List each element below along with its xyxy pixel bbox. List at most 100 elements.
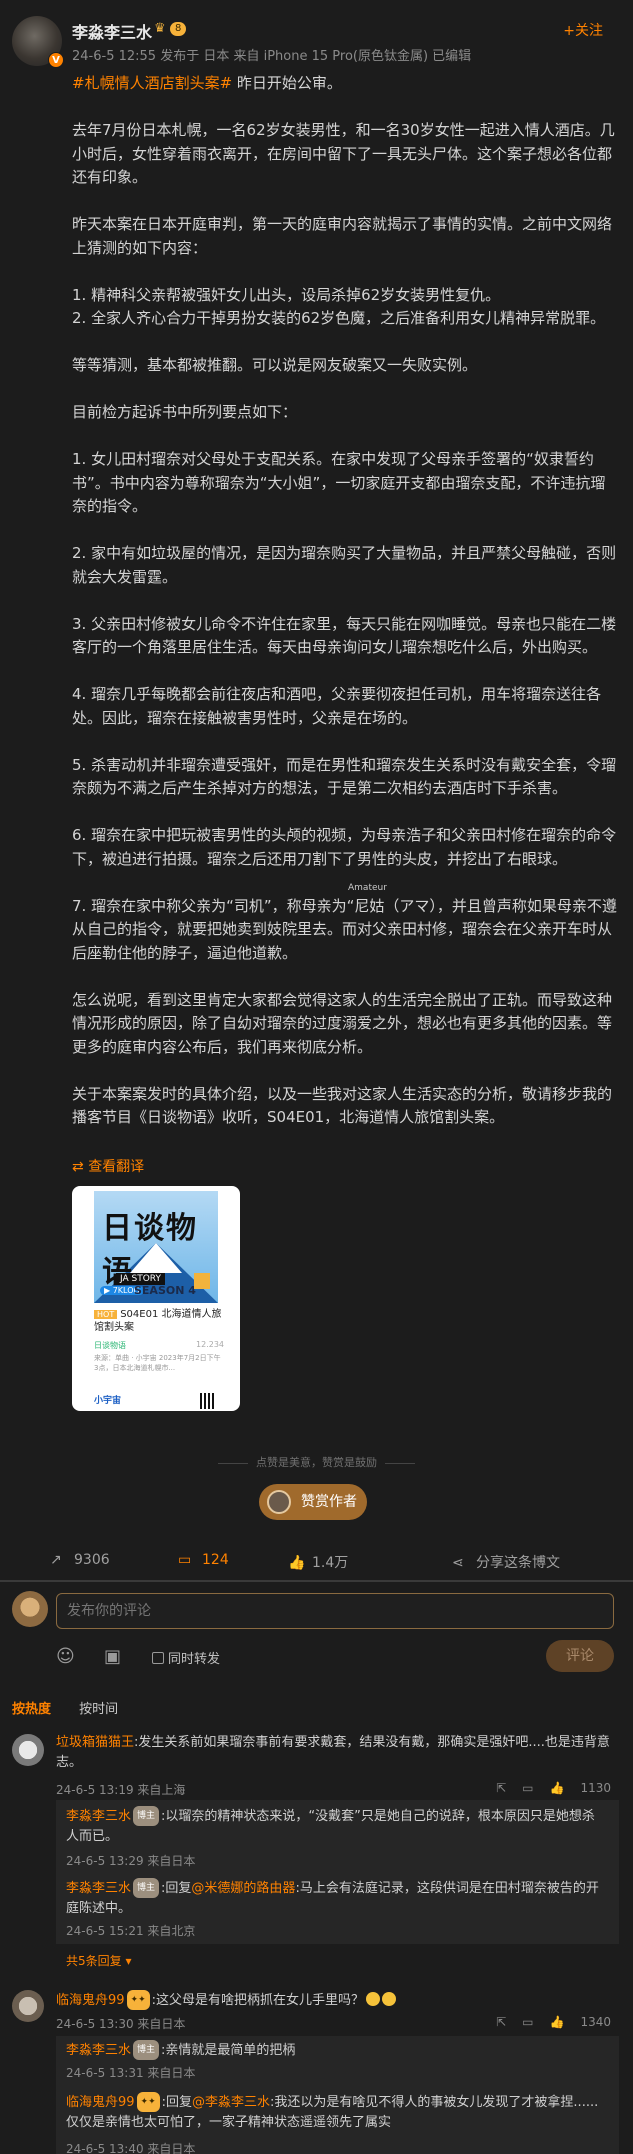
reward-tip: 点赞是美意，赞赏是鼓励: [0, 1454, 633, 1470]
episode-description: 来源：单曲 · 小宇宙 2023年7月2日下午3点，日本北海道札幌市...: [94, 1354, 221, 1372]
image-icon[interactable]: ▣: [104, 1646, 121, 1667]
thumbs-up-icon: 👍: [288, 1555, 306, 1571]
action-bar: ↗ 9306 ▭ 124 👍 1.4万 ⋖ 分享这条博文: [0, 1538, 633, 1582]
like-button[interactable]: 👍 1.4万: [288, 1552, 348, 1572]
paragraph: 去年7月份日本札幌，一名62岁女装男性，和一名30岁女性一起进入情人酒店。几小时…: [72, 121, 615, 186]
translate-link[interactable]: ⇄ 查看翻译: [72, 1156, 144, 1176]
paragraph: 1. 女儿田村瑠奈对父母处于支配关系。在家中发现了父母亲手签署的“奴隶誓约书”。…: [72, 450, 606, 515]
tab-by-hot[interactable]: 按热度: [12, 1698, 51, 1717]
level-badge: 8: [170, 22, 187, 36]
reward-button[interactable]: 赞赏作者: [259, 1484, 367, 1520]
like-count: 1130: [580, 1781, 611, 1795]
section-divider: [0, 1580, 633, 1582]
author-mini-avatar: [267, 1490, 291, 1514]
reply-text: 李淼李三水 博主:回复@米德娜的路由器:马上会有法庭记录，这段供词是在田村瑠奈被告…: [66, 1878, 606, 1919]
reply-thread: 李淼李三水 博主:亲情就是最简单的把柄 24-6-5 13:31 来自日本 临海鬼…: [56, 2036, 619, 2154]
reply-icon[interactable]: ▭: [522, 2015, 533, 2029]
reply-thread: 李淼李三水 博主:以瑠奈的精神状态来说，“没戴套”只是她自己的说辞，根本原因只是她…: [56, 1800, 619, 1944]
post-header: V 李淼李三水 ♛ 8 24-6-5 12:55 发布于 日本 来自 iPhon…: [0, 0, 633, 74]
reply-meta: 24-6-5 13:29 来自日本: [66, 1854, 196, 1868]
post-intro: #札幌情人酒店割头案# 昨日开始公审。: [72, 74, 342, 92]
reply-user[interactable]: 李淼李三水: [66, 1881, 131, 1896]
more-replies-link[interactable]: 共5条回复 ▾: [66, 1952, 131, 1969]
paragraph: 4. 瑠奈几乎每晚都会前往夜店和酒吧，父亲要彻夜担任司机，用车将瑠奈送往各处。因…: [72, 685, 602, 727]
comment-actions: ⇱ ▭ 👍 1130: [480, 1781, 611, 1795]
thumbs-up-icon[interactable]: 👍: [550, 1781, 565, 1795]
paragraph: 怎么说呢，看到这里肯定大家都会觉得这家人的生活完全脱出了正轨。而导致这种情况形成…: [72, 990, 613, 1056]
paragraph: Amateur 7. 瑠奈在家中称父亲为“司机”，称母亲为“尼姑（アマ），并且曾声…: [72, 882, 617, 962]
reply-text: 临海鬼舟99 ✦✦:回复@李淼李三水:我还以为是有啥见不得人的事被女儿发现了才被拿…: [66, 2092, 606, 2133]
post-body: #札幌情人酒店割头案# 昨日开始公审。 去年7月份日本札幌，一名62岁女装男性，…: [72, 72, 617, 1153]
mention-link[interactable]: @米德娜的路由器: [191, 1881, 295, 1896]
reply-user[interactable]: 李淼李三水: [66, 1809, 131, 1824]
comment-text: 垃圾箱猫猫王:发生关系前如果瑠奈事前有要求戴套，结果没有戴，那确实是强奸吧...…: [56, 1735, 610, 1770]
paragraph: 3. 父亲田村修被女儿命令不许住在家里，每天只能在网咖睡觉。母亲也只能在二楼客厅…: [72, 614, 617, 657]
paragraph: 昨天本案在日本开庭审判，第一天的庭审内容就揭示了事情的实情。之前中文网络上猜测的…: [72, 215, 613, 257]
crown-icon: ♛: [154, 21, 166, 36]
repost-icon: ↗: [50, 1552, 62, 1568]
commenter-name[interactable]: 临海鬼舟99: [56, 1993, 125, 2008]
author-badge: 博主: [133, 2040, 160, 2060]
ruby-annotation: Amateur: [348, 882, 387, 893]
paragraph: 2. 全家人齐心合力干掉男扮女装的62岁色魔，之后准备利用女儿精神异常脱罪。: [72, 309, 606, 327]
comment-button[interactable]: ▭ 124: [178, 1552, 229, 1568]
fan-badge-icon: ✦✦: [136, 2092, 160, 2112]
qr-code-icon: [200, 1393, 216, 1409]
fan-badge-icon: ✦✦: [126, 1990, 150, 2010]
hashtag-link[interactable]: #札幌情人酒店割头案#: [72, 74, 232, 92]
comment-input[interactable]: [56, 1593, 614, 1629]
reply-text: 李淼李三水 博主:以瑠奈的精神状态来说，“没戴套”只是她自己的说辞，根本原因只是她…: [66, 1806, 606, 1847]
sort-tabs: 按热度 按时间: [12, 1698, 142, 1717]
podcast-card[interactable]: 日谈物语 JA STORY ▶ 7KLOG SEASON 4 HOTS04E01…: [72, 1186, 240, 1411]
paragraph: 1. 精神科父亲帮被强奸女儿出头，设局杀掉62岁女装男性复仇。: [72, 285, 501, 304]
commenter-name[interactable]: 垃圾箱猫猫王: [56, 1735, 134, 1750]
verified-badge: V: [48, 52, 64, 68]
reply-meta: 24-6-5 13:31 来自日本: [66, 2066, 196, 2080]
comment-actions: ⇱ ▭ 👍 1340: [480, 2015, 611, 2029]
reply-text: 李淼李三水 博主:亲情就是最简单的把柄: [66, 2040, 606, 2061]
emoji-icon[interactable]: ☺: [56, 1646, 75, 1667]
paragraph: 5. 杀害动机并非瑠奈遭受强奸，而是在男性和瑠奈发生关系时没有戴安全套，令瑠奈颇…: [72, 755, 617, 798]
post-meta: 24-6-5 12:55 发布于 日本 来自 iPhone 15 Pro(原色钛…: [72, 49, 472, 64]
paragraph: 目前检方起诉书中所列要点如下：: [72, 403, 298, 421]
comment-meta: 24-6-5 13:30 来自日本: [56, 2017, 186, 2031]
reply-user[interactable]: 临海鬼舟99: [66, 2095, 135, 2110]
commenter-avatar[interactable]: [12, 1734, 44, 1766]
podcast-author: 日谈物语: [94, 1341, 126, 1350]
paragraph: 2. 家中有如垃圾屋的情况，是因为瑠奈购买了大量物品，并且严禁父母触碰，否则就会…: [72, 544, 617, 586]
paragraph: 关于本案案发时的具体介绍，以及一些我对这家人生活实态的分析，敬请移步我的播客节目…: [72, 1084, 613, 1127]
reply-meta: 24-6-5 13:40 来自日本: [66, 2142, 196, 2154]
brand-logo: 小宇宙: [94, 1396, 122, 1406]
commenter-avatar[interactable]: [12, 1990, 44, 2022]
submit-comment-button[interactable]: 评论: [546, 1640, 614, 1672]
play-count: 12.234: [196, 1340, 224, 1349]
comment-text: 临海鬼舟99 ✦✦:这父母是有啥把柄抓在女儿手里吗？: [56, 1990, 616, 2011]
mention-link[interactable]: @李淼李三水: [192, 2095, 270, 2110]
my-avatar: [12, 1591, 48, 1627]
hot-badge: HOT: [94, 1310, 118, 1319]
reply-icon[interactable]: ▭: [522, 1781, 533, 1795]
share-button[interactable]: ⋖ 分享这条博文: [452, 1552, 560, 1572]
tab-by-time[interactable]: 按时间: [79, 1698, 118, 1717]
author-badge: 博主: [133, 1878, 160, 1898]
thumbs-up-icon[interactable]: 👍: [550, 2015, 565, 2029]
reply-meta: 24-6-5 15:21 来自北京: [66, 1924, 196, 1938]
paragraph: 6. 瑠奈在家中把玩被害男性的头颅的视频，为母亲浩子和父亲田村修在瑠奈的命令下，…: [72, 826, 617, 868]
reply-user[interactable]: 李淼李三水: [66, 2043, 131, 2058]
comment-icon: ▭: [178, 1552, 192, 1568]
author-badge: 博主: [133, 1806, 160, 1826]
share-icon[interactable]: ⇱: [496, 2015, 506, 2029]
like-count: 1340: [580, 2015, 611, 2029]
season-label: SEASON 4: [134, 1284, 196, 1297]
comment-meta: 24-6-5 13:19 来自上海: [56, 1783, 186, 1797]
episode-title: HOT S04E01 北海道情人旅馆割头案: [94, 1309, 222, 1333]
podcast-cover: 日谈物语 JA STORY ▶ 7KLOG SEASON 4: [94, 1191, 218, 1303]
author-avatar[interactable]: V: [12, 16, 64, 68]
author-name[interactable]: 李淼李三水: [72, 19, 152, 43]
repost-button[interactable]: ↗ 9306: [50, 1552, 110, 1568]
share-icon: ⋖: [452, 1555, 464, 1571]
follow-button[interactable]: +关注: [563, 20, 603, 40]
repost-checkbox[interactable]: 同时转发: [152, 1648, 220, 1667]
share-icon[interactable]: ⇱: [496, 1781, 506, 1795]
checkbox-icon: [152, 1652, 164, 1664]
